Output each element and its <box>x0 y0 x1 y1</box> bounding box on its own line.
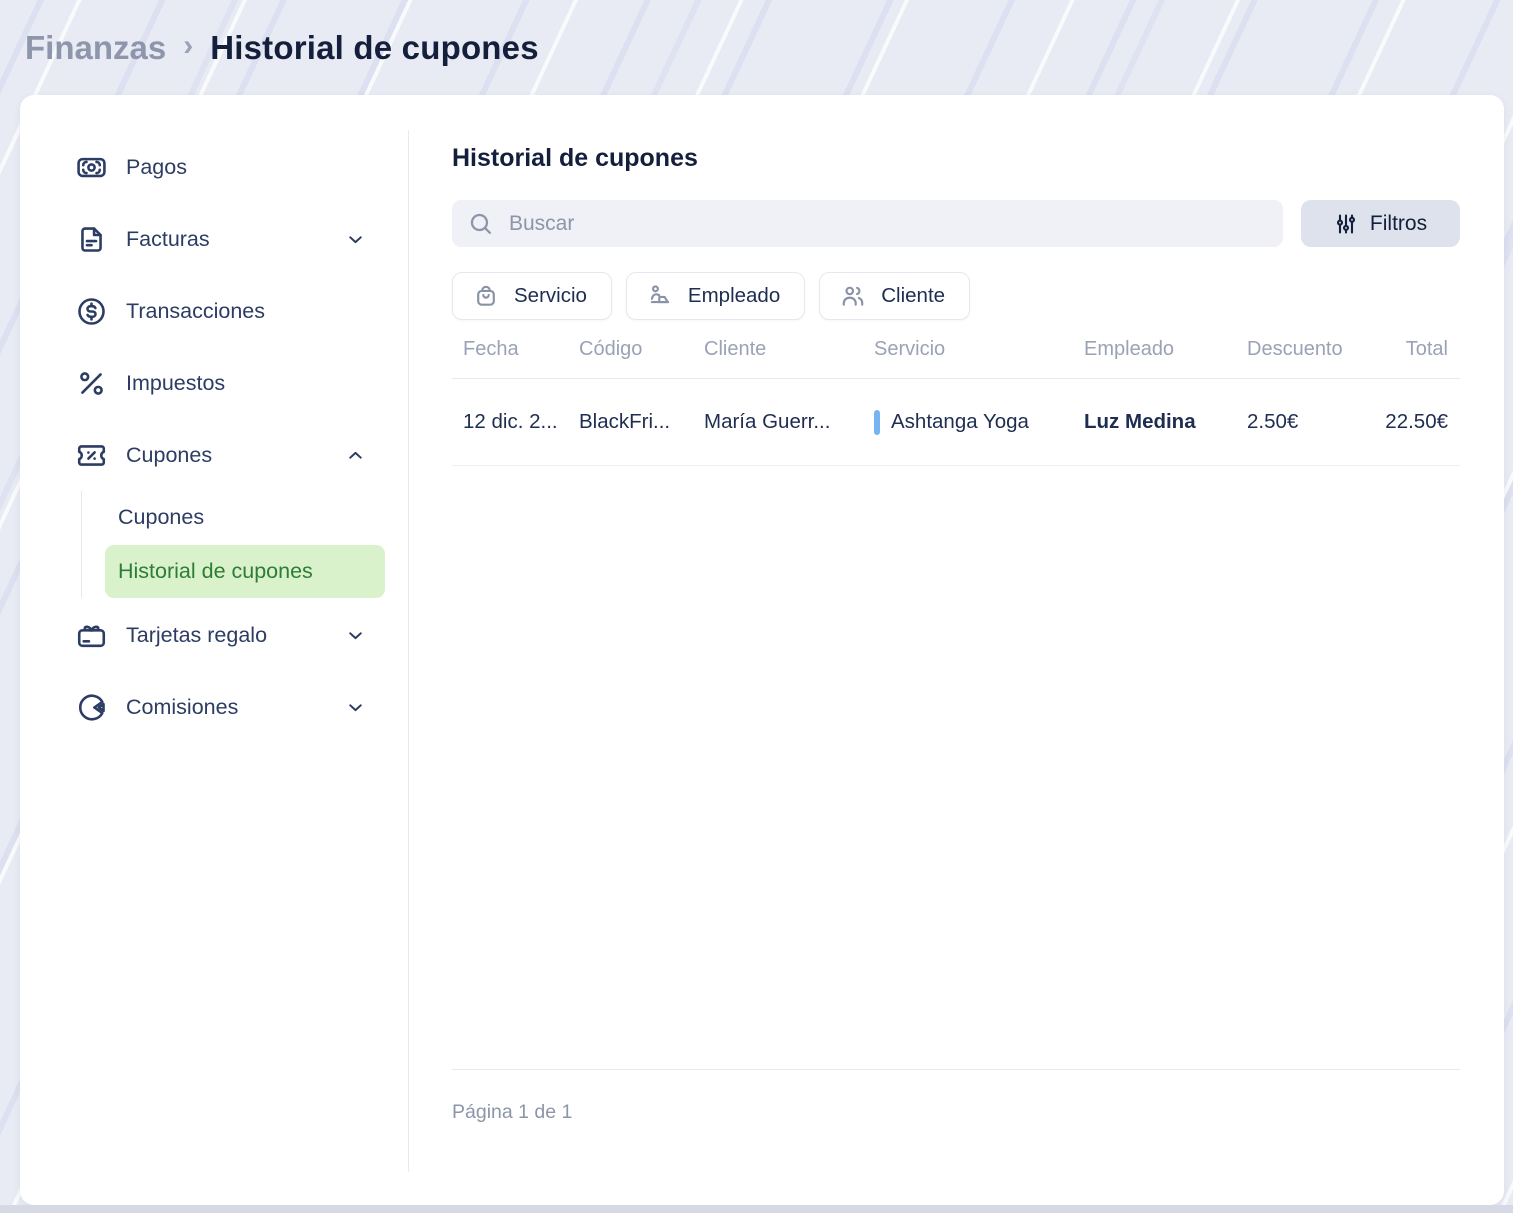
sidebar-item-transacciones[interactable]: Transacciones <box>20 275 408 347</box>
column-header-codigo: Código <box>579 338 704 361</box>
commission-icon <box>76 692 107 723</box>
percent-icon <box>76 368 107 399</box>
breadcrumb-parent[interactable]: Finanzas <box>25 29 166 67</box>
banknote-icon <box>76 152 107 183</box>
sidebar-item-cupones[interactable]: Cupones <box>20 419 408 491</box>
cell-empleado: Luz Medina <box>1084 410 1247 434</box>
filters-button[interactable]: Filtros <box>1301 200 1460 247</box>
finance-sidebar: Pagos Facturas <box>20 131 408 743</box>
cupones-sub-list: Cupones Historial de cupones <box>81 491 408 598</box>
filter-chip-empleado[interactable]: Empleado <box>626 272 805 320</box>
filter-chip-label: Servicio <box>514 284 587 308</box>
sidebar-item-label: Facturas <box>126 227 210 252</box>
chevron-down-icon <box>345 625 366 646</box>
page-title: Historial de cupones <box>452 142 1460 174</box>
dollar-circle-icon <box>76 296 107 327</box>
cell-fecha: 12 dic. 2... <box>452 410 579 434</box>
service-color-bar <box>874 410 880 435</box>
filter-chip-label: Cliente <box>881 284 945 308</box>
table-row[interactable]: 12 dic. 2... BlackFri... María Guerr... … <box>452 379 1460 466</box>
sidebar-item-facturas[interactable]: Facturas <box>20 203 408 275</box>
filter-chip-servicio[interactable]: Servicio <box>452 272 612 320</box>
search-icon <box>468 211 493 236</box>
column-header-empleado: Empleado <box>1084 338 1247 361</box>
sidebar-divider <box>408 130 409 1172</box>
search-box[interactable] <box>452 200 1283 247</box>
sidebar-item-label: Comisiones <box>126 695 238 720</box>
sidebar-item-label: Transacciones <box>126 299 265 324</box>
cell-cliente: María Guerr... <box>704 410 874 434</box>
gift-card-icon <box>76 620 107 651</box>
cell-servicio: Ashtanga Yoga <box>874 410 1084 435</box>
sidebar-subitem-label: Cupones <box>118 505 204 530</box>
chevron-down-icon <box>345 697 366 718</box>
column-header-cliente: Cliente <box>704 338 874 361</box>
chevron-down-icon <box>345 229 366 250</box>
sidebar-item-comisiones[interactable]: Comisiones <box>20 671 408 743</box>
employee-laptop-icon <box>647 283 673 309</box>
filter-chips-row: Servicio Empleado <box>452 272 1460 320</box>
sidebar-subitem-label: Historial de cupones <box>118 559 313 584</box>
cell-codigo: BlackFri... <box>579 410 704 434</box>
sidebar-item-impuestos[interactable]: Impuestos <box>20 347 408 419</box>
breadcrumb-current: Historial de cupones <box>210 29 539 67</box>
sidebar-subitem-cupones[interactable]: Cupones <box>105 491 385 544</box>
clients-icon <box>840 283 866 309</box>
table-header: Fecha Código Cliente Servicio Empleado D… <box>452 338 1460 379</box>
coupon-ticket-icon <box>76 440 107 471</box>
sidebar-item-label: Cupones <box>126 443 212 468</box>
sidebar-item-pagos[interactable]: Pagos <box>20 131 408 203</box>
main-content: Historial de cupones Fil <box>452 95 1460 1124</box>
sidebar-item-tarjetas-regalo[interactable]: Tarjetas regalo <box>20 599 408 671</box>
content-card: Pagos Facturas <box>20 95 1504 1205</box>
sidebar-subitem-historial-de-cupones[interactable]: Historial de cupones <box>105 545 385 598</box>
filter-chip-label: Empleado <box>688 284 780 308</box>
pagination-status: Página 1 de 1 <box>452 1101 1460 1124</box>
filters-button-label: Filtros <box>1370 212 1427 236</box>
cell-total: 22.50€ <box>1359 410 1460 434</box>
bottom-edge-strip <box>0 1205 1513 1213</box>
service-name: Ashtanga Yoga <box>891 410 1029 434</box>
sidebar-item-label: Pagos <box>126 155 187 180</box>
sliders-icon <box>1334 212 1358 236</box>
search-input[interactable] <box>509 212 1267 236</box>
service-bag-icon <box>473 283 499 309</box>
sidebar-item-label: Tarjetas regalo <box>126 623 267 648</box>
filter-chip-cliente[interactable]: Cliente <box>819 272 970 320</box>
table-empty-area <box>452 466 1460 1070</box>
chevron-up-icon <box>345 445 366 466</box>
sidebar-item-label: Impuestos <box>126 371 225 396</box>
column-header-total: Total <box>1359 338 1460 361</box>
breadcrumb: Finanzas › Historial de cupones <box>0 0 1513 95</box>
column-header-descuento: Descuento <box>1247 338 1359 361</box>
column-header-servicio: Servicio <box>874 338 1084 361</box>
column-header-fecha: Fecha <box>452 338 579 361</box>
search-row: Filtros <box>452 200 1460 247</box>
breadcrumb-separator-icon: › <box>183 29 193 67</box>
invoice-icon <box>76 224 107 255</box>
cell-descuento: 2.50€ <box>1247 410 1359 434</box>
